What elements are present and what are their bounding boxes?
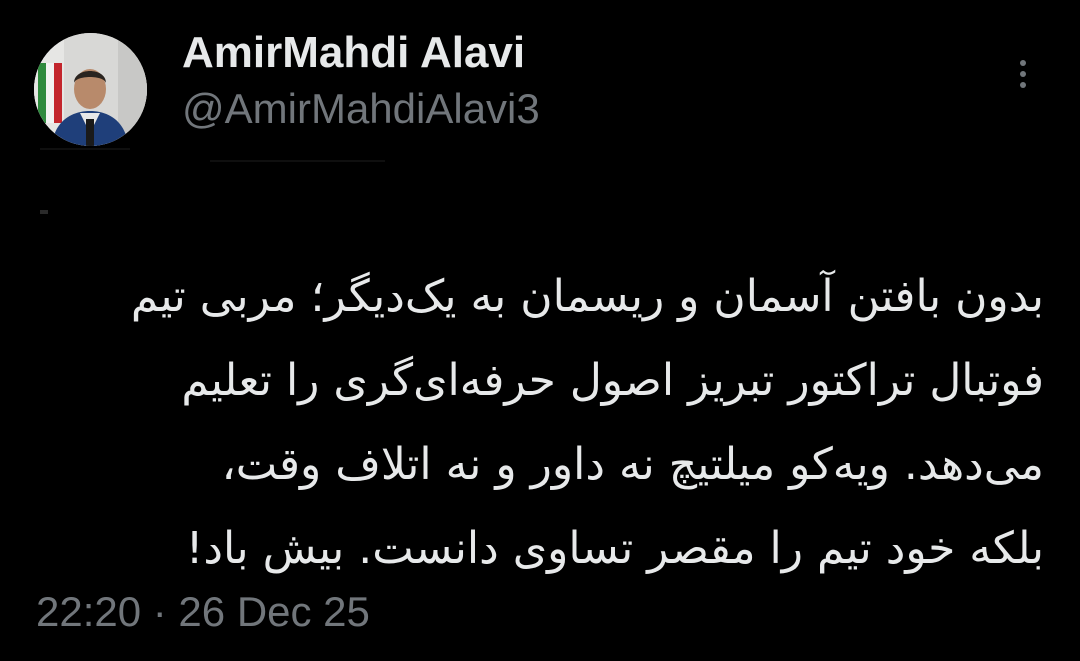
more-vertical-icon [1020,60,1026,66]
tweet-body: بدون بافتن آسمان و ریسمان به یک‌دیگر؛ مر… [34,255,1044,591]
more-vertical-icon-dot [1020,71,1026,77]
tweet-text-line: فوتبال تراکتور تبریز اصول حرفه‌ای‌گری را… [181,355,1044,406]
author-display-name[interactable]: AmirMahdi Alavi [182,28,525,78]
divider [40,148,130,150]
tweet-timestamp[interactable]: 22:20 · 26 Dec 25 [36,586,370,638]
more-options-button[interactable] [1008,54,1038,94]
tweet-text-line: بدون بافتن آسمان و ریسمان به یک‌دیگر؛ مر… [130,271,1044,322]
author-handle[interactable]: @AmirMahdiAlavi3 [182,84,540,134]
tweet-text-line: می‌دهد. ویه‌کو میلتیچ نه داور و نه اتلاف… [221,439,1044,490]
more-vertical-icon-dot [1020,82,1026,88]
avatar[interactable] [34,33,147,146]
divider [210,160,385,162]
profile-photo-icon [34,33,147,146]
tweet-text-line: بلکه خود تیم را مقصر تساوی دانست. بیش با… [185,523,1044,574]
divider [40,210,48,214]
tweet-card: AmirMahdi Alavi @AmirMahdiAlavi3 بدون با… [0,0,1080,661]
